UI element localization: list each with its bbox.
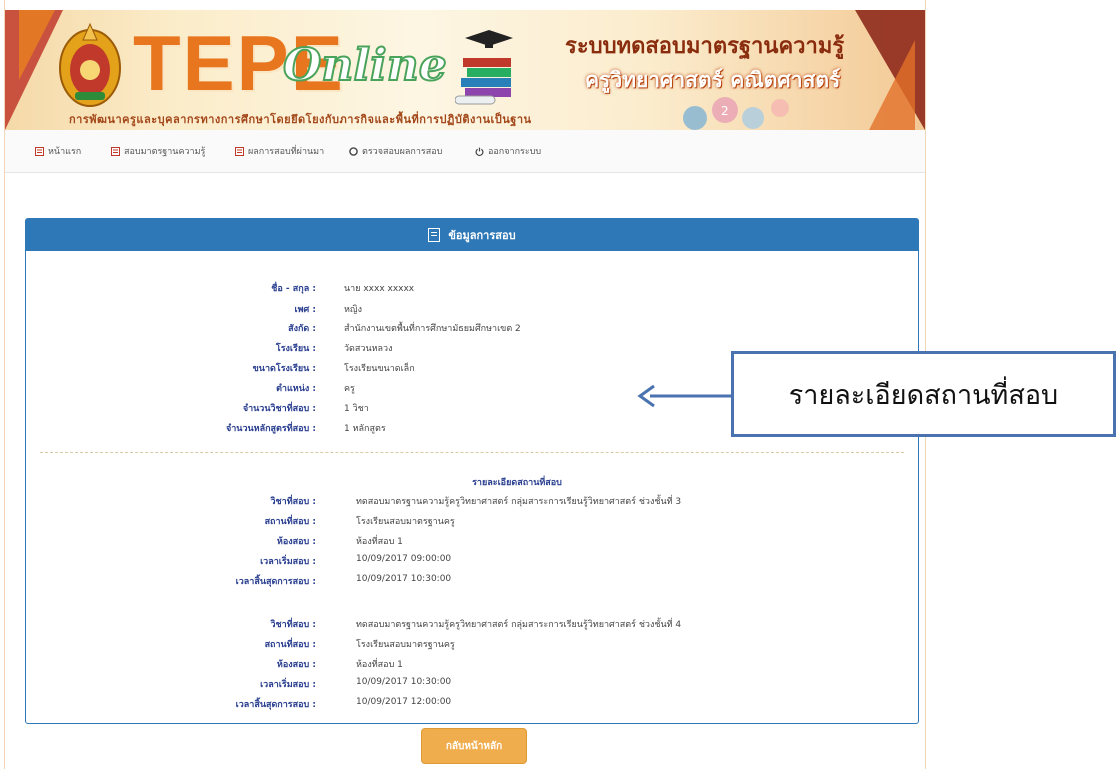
exam-value: 10/09/2017 10:30:00 bbox=[356, 574, 452, 584]
info-label: ขนาดโรงเรียน : bbox=[252, 364, 316, 374]
section-divider bbox=[40, 452, 904, 453]
nav-item-take-exam[interactable]: สอบมาตรฐานความรู้ bbox=[111, 144, 205, 158]
power-icon bbox=[475, 147, 484, 156]
nav-item-label: สอบมาตรฐานความรู้ bbox=[124, 147, 206, 157]
document-icon bbox=[235, 146, 244, 156]
info-value: 1 วิชา bbox=[344, 404, 369, 414]
system-title-line1: ระบบทดสอบมาตรฐานความรู้ bbox=[565, 33, 845, 59]
annotation-callout: รายละเอียดสถานที่สอบ bbox=[731, 351, 1116, 437]
callout-arrow-icon bbox=[637, 384, 731, 408]
exam-label: ห้องสอบ : bbox=[276, 537, 316, 547]
info-value: 1 หลักสูตร bbox=[344, 424, 386, 434]
exam-label: เวลาเริ่มสอบ : bbox=[260, 557, 316, 567]
math-bubbles-icon: 2 bbox=[683, 97, 789, 130]
info-label: ชื่อ - สกุล : bbox=[271, 284, 316, 294]
document-icon bbox=[428, 228, 441, 242]
nav-item-label: ตรวจสอบผลการสอบ bbox=[362, 147, 443, 157]
info-label: จำนวนหลักสูตรที่สอบ : bbox=[225, 424, 316, 434]
exam-label: เวลาสิ้นสุดการสอบ : bbox=[235, 700, 316, 710]
exam-value: ทดสอบมาตรฐานความรู้ครูวิทยาศาสตร์ กลุ่มส… bbox=[356, 620, 682, 630]
nav-item-label: ออกจากระบบ bbox=[488, 147, 542, 157]
exam-value: 10/09/2017 12:00:00 bbox=[356, 697, 452, 707]
nav-item-past-results[interactable]: ผลการสอบที่ผ่านมา bbox=[235, 144, 324, 158]
panel-title: ข้อมูลการสอบ bbox=[448, 229, 516, 242]
exam-value: โรงเรียนสอบมาตรฐานครู bbox=[356, 640, 455, 650]
exam-label: เวลาเริ่มสอบ : bbox=[260, 680, 316, 690]
info-value: สำนักงานเขตพื้นที่การศึกษามัธยมศึกษาเขต … bbox=[344, 324, 521, 334]
header-subtitle: การพัฒนาครูและบุคลากรทางการศึกษาโดยยึดโย… bbox=[69, 113, 532, 126]
logo-online-text: Online bbox=[282, 39, 448, 92]
exam-value: โรงเรียนสอบมาตรฐานครู bbox=[356, 517, 455, 527]
info-value: วัดสวนหลวง bbox=[344, 344, 393, 354]
exam-label: ห้องสอบ : bbox=[276, 660, 316, 670]
back-home-button[interactable]: กลับหน้าหลัก bbox=[421, 728, 527, 764]
exam-value: ทดสอบมาตรฐานความรู้ครูวิทยาศาสตร์ กลุ่มส… bbox=[356, 497, 682, 507]
exam-value: 10/09/2017 09:00:00 bbox=[356, 554, 452, 564]
decor-shape bbox=[869, 40, 915, 130]
exam-info-panel: ข้อมูลการสอบ ชื่อ - สกุล : นาย xxxx xxxx… bbox=[25, 218, 919, 724]
exam-label: วิชาที่สอบ : bbox=[270, 497, 317, 507]
svg-text:2: 2 bbox=[721, 104, 729, 118]
books-graduation-icon bbox=[455, 30, 513, 105]
document-icon bbox=[111, 146, 120, 156]
exam-value: ห้องที่สอบ 1 bbox=[356, 537, 403, 547]
nav-item-home[interactable]: หน้าแรก bbox=[35, 144, 81, 158]
info-label: เพศ : bbox=[294, 305, 316, 315]
info-label: สังกัด : bbox=[288, 324, 316, 334]
info-value: นาย xxxx xxxxx bbox=[344, 284, 415, 294]
info-label: ตำแหน่ง : bbox=[276, 384, 316, 394]
exam-label: สถานที่สอบ : bbox=[264, 517, 316, 527]
nav-item-label: หน้าแรก bbox=[48, 147, 82, 157]
header-banner: TEPE Online ระบบทดสอบมาตรฐานความรู้ ครูว… bbox=[5, 10, 925, 130]
callout-text: รายละเอียดสถานที่สอบ bbox=[788, 379, 1059, 411]
circle-icon bbox=[349, 146, 358, 156]
exam-section-title: รายละเอียดสถานที่สอบ bbox=[472, 478, 562, 488]
info-label: จำนวนวิชาที่สอบ : bbox=[242, 404, 316, 414]
document-icon bbox=[35, 146, 44, 156]
info-value: หญิง bbox=[344, 305, 362, 315]
exam-value: 10/09/2017 10:30:00 bbox=[356, 677, 452, 687]
info-value: โรงเรียนขนาดเล็ก bbox=[344, 364, 415, 374]
top-nav: หน้าแรก สอบมาตรฐานความรู้ ผลการสอบที่ผ่า… bbox=[5, 130, 925, 173]
ministry-seal-logo bbox=[59, 22, 121, 107]
nav-item-label: ผลการสอบที่ผ่านมา bbox=[248, 147, 325, 157]
info-label: โรงเรียน : bbox=[275, 344, 316, 354]
info-value: ครู bbox=[344, 384, 355, 394]
exam-label: วิชาที่สอบ : bbox=[270, 620, 317, 630]
nav-item-logout[interactable]: ออกจากระบบ bbox=[475, 144, 541, 158]
panel-header: ข้อมูลการสอบ bbox=[26, 219, 918, 251]
exam-value: ห้องที่สอบ 1 bbox=[356, 660, 403, 670]
nav-item-check-results[interactable]: ตรวจสอบผลการสอบ bbox=[349, 144, 442, 158]
exam-label: สถานที่สอบ : bbox=[264, 640, 316, 650]
exam-label: เวลาสิ้นสุดการสอบ : bbox=[235, 577, 316, 587]
decor-shape bbox=[19, 10, 55, 80]
